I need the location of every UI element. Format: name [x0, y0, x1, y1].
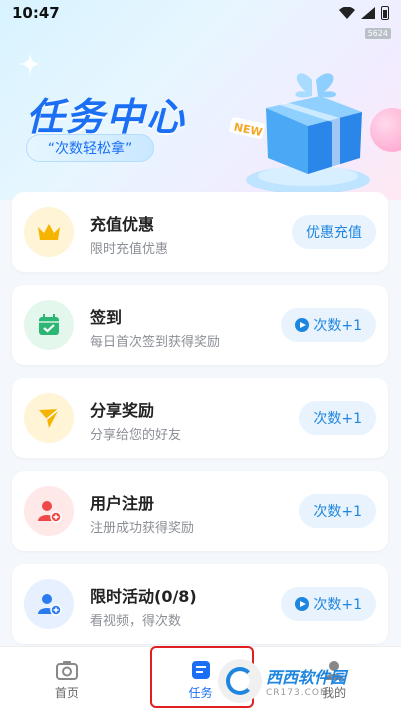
sparkle-icon — [18, 52, 42, 76]
task-card: 分享奖励 分享给您的好友 次数+1 — [12, 378, 388, 458]
watermark-text: 西西软件园 — [266, 668, 347, 687]
wifi-icon — [339, 7, 355, 19]
page-title: 任务中心 — [26, 95, 187, 139]
status-icons — [339, 6, 389, 20]
signal-icon — [361, 7, 375, 19]
task-subtitle: 分享给您的好友 — [90, 428, 182, 443]
task-card: 用户注册 注册成功获得奖励 次数+1 — [12, 471, 388, 551]
task-icon — [191, 660, 210, 679]
task-subtitle: 每日首次签到获得奖励 — [90, 335, 221, 350]
task-subtitle: 注册成功获得奖励 — [90, 521, 195, 536]
task-action-button[interactable]: 次数+1 — [281, 587, 376, 621]
tab-home[interactable]: 首页 — [0, 647, 134, 713]
task-action-button[interactable]: 次数+1 — [299, 401, 376, 435]
watermark-sub: CR173.COM — [266, 688, 329, 698]
send-icon — [24, 393, 74, 443]
build-tag: 5624 — [364, 28, 391, 39]
tab-label: 任务 — [188, 685, 213, 700]
hero-banner: 10:47 5624 任务中心 “次数轻松拿” NEW — [0, 0, 401, 200]
gift-box-icon: NEW — [229, 73, 370, 194]
task-subtitle: 看视频，得次数 — [90, 614, 182, 629]
task-title: 限时活动(0/8) — [90, 587, 197, 606]
task-title: 签到 — [90, 308, 123, 327]
task-card: 限时活动(0/8) 看视频，得次数 次数+1 — [12, 564, 388, 644]
task-subtitle: 限时充值优惠 — [90, 242, 169, 257]
hero-slogan: “次数轻松拿” — [26, 134, 154, 162]
task-action-button[interactable]: 次数+1 — [299, 494, 376, 528]
task-action-label: 优惠充值 — [306, 225, 362, 241]
task-action-label: 次数+1 — [313, 318, 362, 334]
tab-label: 首页 — [54, 685, 79, 700]
calendar-check-icon — [24, 300, 74, 350]
task-list: 充值优惠 限时充值优惠 优惠充值 签到 每日首次签到获得奖励 次数+1 分享奖励… — [12, 192, 388, 657]
task-title: 分享奖励 — [90, 401, 155, 420]
task-card: 充值优惠 限时充值优惠 优惠充值 — [12, 192, 388, 272]
play-icon — [295, 597, 310, 611]
task-title: 用户注册 — [90, 494, 155, 513]
task-card: 签到 每日首次签到获得奖励 次数+1 — [12, 285, 388, 365]
play-icon — [295, 318, 310, 332]
task-action-label: 次数+1 — [313, 504, 362, 520]
watermark-logo-icon — [218, 659, 262, 703]
task-action-label: 次数+1 — [313, 597, 362, 613]
crown-icon — [24, 207, 74, 257]
watermark: 西西软件园 CR173.COM — [218, 656, 378, 706]
user-add-icon — [24, 579, 74, 629]
task-action-button[interactable]: 优惠充值 — [292, 215, 376, 249]
status-bar: 10:47 — [0, 0, 401, 26]
battery-icon — [381, 6, 389, 20]
camera-icon — [55, 660, 78, 680]
user-add-icon — [24, 486, 74, 536]
status-time: 10:47 — [12, 4, 60, 22]
task-action-button[interactable]: 次数+1 — [281, 308, 376, 342]
task-title: 充值优惠 — [90, 215, 155, 234]
task-action-label: 次数+1 — [313, 411, 362, 427]
